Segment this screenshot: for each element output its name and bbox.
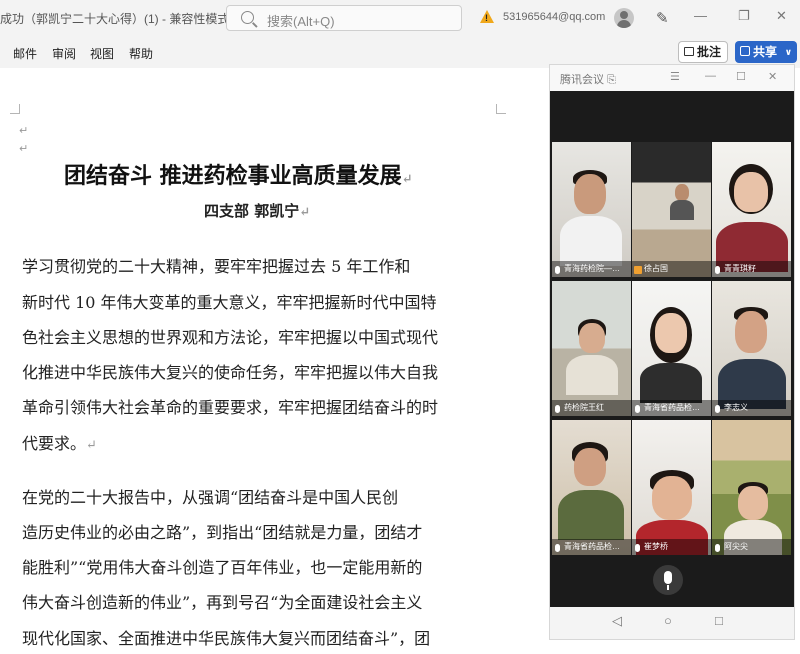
avatar[interactable] — [614, 8, 634, 28]
participant-name: 青海省药品检… — [552, 539, 631, 555]
participant-tile[interactable]: 青海药检院—… — [552, 142, 631, 277]
recent-apps-icon[interactable]: □ — [715, 613, 723, 628]
back-icon[interactable]: ◁ — [612, 613, 622, 629]
comments-button[interactable]: 批注 — [678, 41, 728, 63]
close-button[interactable]: ✕ — [776, 8, 787, 24]
margin-corner-left — [10, 104, 20, 114]
document-title[interactable]: 成功（郭凯宁二十大心得）(1) - 兼容性模式∨ — [0, 10, 241, 27]
body-line[interactable]: 革命引领伟大社会革命的重要要求，牢牢把握团结奋斗的时 — [22, 394, 500, 418]
meeting-title: 腾讯会议 ⎘ — [560, 74, 616, 86]
body-line[interactable]: 学习贯彻党的二十大精神，要牢牢把握过去 5 年工作和 — [22, 253, 500, 277]
participant-name: 青海药检院—… — [552, 261, 631, 277]
participant-tile[interactable]: 青青琪籽 — [712, 142, 791, 277]
margin-corner-right — [496, 104, 506, 114]
meeting-restore-button[interactable]: ☐ — [736, 70, 746, 83]
microphone-icon — [715, 405, 720, 413]
body-line[interactable]: 现代化国家、全面推进中华民族伟大复兴而团结奋斗”，团 — [22, 625, 500, 649]
android-nav-bar: ◁ ○ □ — [550, 607, 794, 639]
participant-tile[interactable]: 徐占国 — [632, 142, 711, 277]
body-line-text: 代要求。 — [22, 434, 87, 453]
title-bar: 成功（郭凯宁二十大心得）(1) - 兼容性模式∨ 搜索(Alt+Q) ! 531… — [0, 0, 800, 36]
menu-view[interactable]: 视图 — [90, 45, 114, 62]
warning-icon[interactable]: ! — [480, 10, 494, 23]
microphone-icon[interactable] — [653, 565, 683, 595]
paragraph-mark: ↵ — [19, 125, 29, 137]
meeting-title-bar[interactable]: 腾讯会议 ⎘ ☰ — ☐ ✕ — [550, 65, 794, 91]
account-email[interactable]: 531965644@qq.com — [503, 11, 605, 23]
microphone-icon — [635, 405, 640, 413]
document-author[interactable]: 四支部 郭凯宁↵ — [204, 200, 310, 221]
microphone-icon — [555, 266, 560, 274]
menu-mailings[interactable]: 邮件 — [13, 45, 37, 62]
body-line[interactable]: 伟大奋斗创造新的伟业”，再到号召“为全面建设社会主义 — [22, 589, 500, 613]
meeting-minimize-button[interactable]: — — [705, 70, 716, 82]
participant-name: 崔梦桥 — [632, 539, 711, 555]
search-input[interactable]: 搜索(Alt+Q) — [226, 5, 462, 31]
meeting-window[interactable]: 腾讯会议 ⎘ ☰ — ☐ ✕ 青海药检院—… 徐占国 青青琪籽 药检院王红 青海… — [549, 64, 795, 640]
body-line[interactable]: 能胜利”“党用伟大奋斗创造了百年伟业，也一定能用新的 — [22, 554, 500, 578]
copy-icon[interactable]: ⎘ — [607, 74, 616, 86]
participant-tile[interactable]: 青海省药品检… — [552, 420, 631, 555]
document-author-text: 四支部 郭凯宁 — [204, 202, 300, 220]
participant-tile[interactable]: 李志义 — [712, 281, 791, 416]
pen-icon[interactable]: ✎ — [656, 9, 669, 27]
comment-icon — [684, 47, 694, 56]
microphone-icon — [715, 266, 720, 274]
participant-name: 青青琪籽 — [712, 261, 791, 277]
paragraph-mark: ↵ — [299, 205, 311, 220]
body-line[interactable]: 色社会主义思想的世界观和方法论，牢牢把握以中国式现代 — [22, 324, 500, 348]
paragraph-mark: ↵ — [86, 438, 97, 453]
participant-name: 青海省药品检… — [632, 400, 711, 416]
share-label: 共享 — [753, 45, 778, 59]
menu-review[interactable]: 审阅 — [52, 45, 76, 62]
participant-tile[interactable]: 青海省药品检… — [632, 281, 711, 416]
meeting-close-button[interactable]: ✕ — [768, 70, 777, 83]
paragraph-mark: ↵ — [401, 172, 413, 187]
participant-name: 李志义 — [712, 400, 791, 416]
microphone-icon — [715, 544, 720, 552]
document-title-text: 成功（郭凯宁二十大心得）(1) - 兼容性模式 — [0, 12, 230, 26]
participant-tile[interactable]: 药检院王红 — [552, 281, 631, 416]
chevron-down-icon[interactable]: ∨ — [785, 41, 792, 63]
participant-name: 阿尖尖 — [712, 539, 791, 555]
menu-help[interactable]: 帮助 — [129, 45, 153, 62]
minimize-button[interactable]: — — [694, 8, 707, 23]
participant-name: 徐占国 — [632, 261, 711, 277]
body-line[interactable]: 造历史伟业的必由之路”，到指出“团结就是力量，团结才 — [22, 519, 500, 543]
body-line[interactable]: 化推进中华民族伟大复兴的使命任务，牢牢把握以伟大自我 — [22, 359, 500, 383]
share-icon — [740, 46, 750, 56]
microphone-icon — [635, 544, 640, 552]
paragraph-mark: ↵ — [19, 143, 29, 155]
participant-tile[interactable]: 崔梦桥 — [632, 420, 711, 555]
body-line[interactable]: 在党的二十大报告中，从强调“团结奋斗是中国人民创 — [22, 484, 500, 508]
participant-name: 药检院王红 — [552, 400, 631, 416]
document-heading[interactable]: 团结奋斗 推进药检事业高质量发展↵ — [64, 158, 413, 190]
comments-label: 批注 — [697, 45, 722, 59]
search-icon — [241, 11, 254, 24]
body-line[interactable]: 新时代 10 年伟大变革的重大意义，牢牢把握新时代中国特 — [22, 289, 500, 313]
document-heading-text: 团结奋斗 推进药检事业高质量发展 — [64, 163, 402, 189]
home-icon[interactable]: ○ — [664, 613, 672, 628]
menu-icon[interactable]: ☰ — [670, 70, 680, 83]
user-icon — [634, 266, 642, 274]
microphone-icon — [555, 544, 560, 552]
restore-button[interactable]: ❐ — [738, 8, 750, 24]
participant-tile[interactable]: 阿尖尖 — [712, 420, 791, 555]
microphone-icon — [555, 405, 560, 413]
body-line-end[interactable]: 代要求。↵ — [22, 430, 500, 454]
share-button[interactable]: 共享 ∨ — [735, 41, 797, 63]
search-placeholder: 搜索(Alt+Q) — [267, 14, 335, 29]
